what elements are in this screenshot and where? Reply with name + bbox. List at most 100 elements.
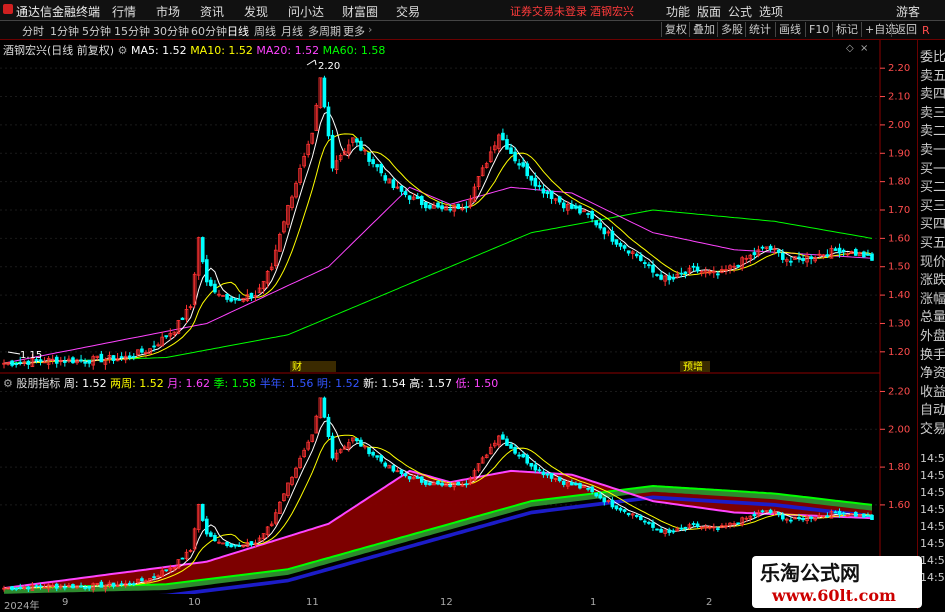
candle-body [541,471,546,476]
mark-button[interactable]: 标记 [832,22,861,37]
top-right-icons[interactable]: ◇ × [846,43,868,54]
candle-body [249,292,254,299]
side-item[interactable]: 净资 [920,362,945,381]
candle-body [574,482,578,486]
tab-daily[interactable]: 日线 [227,23,249,39]
side-item[interactable]: 涨跌 [920,269,945,288]
tab-monthly[interactable]: 月线 [281,23,303,39]
back-button[interactable]: 返回 [891,22,920,37]
overlay-button[interactable]: 叠加 [689,22,718,37]
tab-30min[interactable]: 30分钟 [153,23,189,39]
side-item[interactable]: 卖一 [920,139,945,158]
date-tick: 1 [590,597,597,608]
menu-item-xuanxiang[interactable]: 选项 [759,3,783,20]
side-item[interactable]: 换手 [920,344,945,363]
statistics-button[interactable]: 统计 [745,22,774,37]
side-item[interactable]: 卖四 [920,83,945,102]
candle-body [647,522,651,524]
candle-body [683,526,688,529]
side-item[interactable]: 总量 [920,306,945,325]
draw-line-button[interactable]: 画线 [775,22,804,37]
user-label[interactable]: 游客 [896,3,920,20]
menu-item-gongshi[interactable]: 公式 [728,3,752,20]
f10-button[interactable]: F10 [805,22,832,37]
event-tag-yuzeng[interactable]: 预增 [680,360,710,373]
tab-1min[interactable]: 1分钟 [50,23,79,39]
candle-body [383,462,388,467]
menu-item-faxian[interactable]: 发现 [244,3,268,20]
tab-weekly[interactable]: 周线 [254,23,276,39]
candle-body [225,541,229,547]
candle-body [140,578,144,582]
side-time: 14:56 [920,486,945,499]
side-item[interactable]: 卖三 [920,102,945,121]
tab-15min[interactable]: 15分钟 [114,23,150,39]
candle-body [513,447,517,454]
candle-body [209,532,213,537]
side-item[interactable]: 委比 [920,46,945,65]
side-item[interactable]: 买四 [920,213,945,232]
candle-body [647,264,651,267]
side-item[interactable]: 外盘 [920,325,945,344]
side-item[interactable]: 涨幅 [920,288,945,307]
candle-body [752,252,757,256]
tab-more[interactable]: 更多 [343,23,365,39]
candle-body [768,509,773,513]
side-top-letter[interactable]: R [922,24,930,37]
login-notice[interactable]: 证券交易未登录 [510,3,587,19]
settings-icon[interactable]: ⚙ [118,44,128,57]
multi-stock-button[interactable]: 多股 [717,22,746,37]
tab-multi-period[interactable]: 多周期 [308,23,341,39]
side-item[interactable]: 卖五 [920,65,945,84]
side-item[interactable]: 自动 [920,399,945,418]
candle-body [541,188,546,194]
candle-body [780,514,785,520]
candle-body [578,482,582,489]
sub-value-new: 新: 1.54 [363,377,406,390]
indicator-title: 股朋指标 [16,377,61,390]
menu-item-jiaoyi[interactable]: 交易 [396,3,420,20]
side-item[interactable]: 收益 [920,381,945,400]
side-item[interactable]: 交易 [920,418,945,437]
side-item[interactable]: 买五 [920,232,945,251]
side-time: 14:56 [920,554,945,567]
app-title: 通达信金融终端 [16,5,101,19]
tab-60min[interactable]: 60分钟 [191,23,227,39]
candle-body [610,499,615,508]
candle-body [574,205,578,209]
candle-body [801,258,805,262]
candle-body [71,357,75,364]
candle-body [570,481,574,486]
side-item[interactable]: 买一 [920,158,945,177]
candle-body [521,454,525,458]
candle-body [367,152,371,162]
menu-item-wenxiaoda[interactable]: 问小达 [288,3,324,20]
app-logo-icon [3,4,13,14]
side-item[interactable]: 现价 [920,251,945,270]
candle-body [399,185,404,192]
side-item[interactable]: 卖二 [920,120,945,139]
menu-item-banmian[interactable]: 版面 [697,3,721,20]
candle-body [34,585,39,588]
stock-notice[interactable]: 酒钢宏兴 [590,3,634,19]
menu-item-hangqing[interactable]: 行情 [112,3,136,20]
menu-item-gongneng[interactable]: 功能 [666,3,690,20]
side-item[interactable]: 买三 [920,195,945,214]
sub-value-twoweek: 两周: 1.52 [110,377,164,390]
fuquan-button[interactable]: 复权 [661,22,690,37]
candle-body [403,191,408,196]
candle-body [249,541,254,545]
candle-body [448,208,452,211]
tab-5min[interactable]: 5分钟 [82,23,111,39]
gear-icon[interactable]: ⚙ [3,377,13,390]
candle-body [671,276,676,280]
tab-fenshi[interactable]: 分时 [22,23,44,39]
event-tag-cai[interactable]: 财 [290,360,336,373]
menu-item-zixun[interactable]: 资讯 [200,3,224,20]
menu-item-caifuquan[interactable]: 财富圈 [342,3,378,20]
main-candlestick-chart[interactable]: 2.20 2.10 2.00 1.90 1.80 1.70 1.60 1.50 1.40 1.30… [0,40,945,374]
menu-item-shichang[interactable]: 市场 [156,3,180,20]
chevron-right-icon[interactable]: › [368,23,372,36]
side-item[interactable]: 买二 [920,176,945,195]
side-time: 14:56 [920,537,945,550]
